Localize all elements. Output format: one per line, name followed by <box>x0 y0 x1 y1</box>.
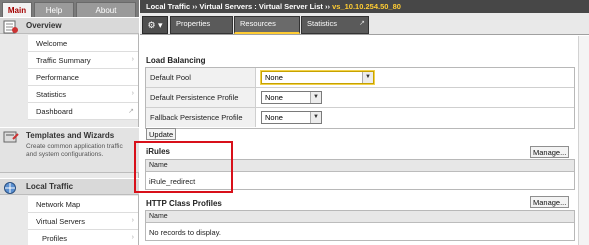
tab-properties[interactable]: Properties <box>170 16 233 34</box>
chevron-right-icon: › <box>131 234 134 241</box>
sidebar-item-label: Traffic Summary <box>36 56 91 65</box>
tab-bar: ⚙ ▾ Properties Resources Statistics ↗ <box>140 13 589 35</box>
nav-section-local-traffic[interactable]: Local Traffic <box>0 178 139 195</box>
chevron-right-icon: › <box>131 56 134 63</box>
sidebar-item-label: Virtual Servers <box>36 217 86 226</box>
chevron-down-icon: ▼ <box>310 92 321 103</box>
table-row: Fallback Persistence Profile None ▼ <box>146 108 574 128</box>
sidebar-item-performance[interactable]: Performance <box>28 69 138 86</box>
overview-icon <box>3 20 19 34</box>
table-row: Default Pool None ▼ <box>146 68 574 88</box>
tab-statistics[interactable]: Statistics ↗ <box>301 16 369 34</box>
sidebar-item-label: Network Map <box>36 200 81 209</box>
fallback-persistence-select[interactable]: None ▼ <box>261 111 322 124</box>
chevron-down-icon: ▼ <box>310 112 321 123</box>
tab-about[interactable]: About <box>76 2 136 17</box>
nav-section-overview[interactable]: Overview <box>0 17 139 34</box>
nav-section-description: Create common application traffic and sy… <box>26 143 123 158</box>
tab-statistics-label: Statistics <box>307 19 338 28</box>
table-header: Name <box>146 211 574 223</box>
popout-icon: ↗ <box>359 20 365 27</box>
breadcrumb-local-traffic[interactable]: Local Traffic <box>146 2 190 11</box>
update-button[interactable]: Update <box>146 128 177 140</box>
external-link-icon: ↗ <box>128 108 134 115</box>
sidebar-item-label: Dashboard <box>36 107 73 116</box>
sidebar-item-welcome[interactable]: Welcome <box>28 35 138 52</box>
sidebar-item-label: Welcome <box>36 39 68 48</box>
sidebar-item-network-map[interactable]: Network Map <box>28 196 138 213</box>
default-persistence-label: Default Persistence Profile <box>150 93 239 102</box>
sidebar-item-label: Profiles <box>42 234 68 243</box>
nav-section-title: Overview <box>26 21 62 30</box>
nav-section-title: Templates and Wizards <box>26 131 115 140</box>
nav-section-title: Local Traffic <box>26 182 74 191</box>
highlight-box <box>134 141 233 193</box>
sidebar-item-profiles[interactable]: Profiles › <box>28 230 138 245</box>
nav-section-templates[interactable]: Templates and Wizards Create common appl… <box>0 127 139 173</box>
chevron-down-icon: ▼ <box>362 72 373 83</box>
tab-main[interactable]: Main <box>2 2 32 17</box>
empty-row: No records to display. <box>146 224 574 240</box>
breadcrumb-separator: ›› <box>192 2 198 11</box>
gear-menu-button[interactable]: ⚙ ▾ <box>142 16 168 34</box>
load-balancing-title: Load Balancing <box>146 56 206 65</box>
templates-icon <box>3 130 19 144</box>
sidebar-item-traffic-summary[interactable]: Traffic Summary › <box>28 52 138 69</box>
sidebar: Main Help About Overview Welcome Traffic… <box>0 0 139 245</box>
breadcrumb: Local Traffic ›› Virtual Servers : Virtu… <box>140 0 589 13</box>
irules-manage-button[interactable]: Manage... <box>530 146 570 158</box>
vertical-scrollbar[interactable] <box>578 36 589 245</box>
default-persistence-select[interactable]: None ▼ <box>261 91 322 104</box>
sidebar-item-label: Statistics <box>36 90 67 99</box>
tab-help[interactable]: Help <box>34 2 74 17</box>
http-class-table: Name No records to display. <box>145 210 575 241</box>
sidebar-item-label: Performance <box>36 73 79 82</box>
breadcrumb-virtual-server-list[interactable]: Virtual Servers : Virtual Server List <box>199 2 323 11</box>
sidebar-item-virtual-servers[interactable]: Virtual Servers › <box>28 213 138 230</box>
http-class-name-column[interactable]: Name <box>149 213 168 220</box>
http-class-title: HTTP Class Profiles <box>146 199 222 208</box>
empty-message: No records to display. <box>149 228 221 237</box>
load-balancing-table: Default Pool None ▼ Default Persistence … <box>145 67 575 129</box>
default-pool-select[interactable]: None ▼ <box>261 71 374 84</box>
sidebar-item-dashboard[interactable]: Dashboard ↗ <box>28 103 138 120</box>
chevron-right-icon: › <box>131 90 134 97</box>
breadcrumb-separator: ›› <box>325 2 331 11</box>
http-class-manage-button[interactable]: Manage... <box>530 196 570 208</box>
fallback-persistence-label: Fallback Persistence Profile <box>150 113 243 122</box>
table-row: Default Persistence Profile None ▼ <box>146 88 574 108</box>
tab-resources[interactable]: Resources <box>234 16 300 34</box>
local-traffic-icon <box>3 181 19 195</box>
default-pool-label: Default Pool <box>150 73 191 82</box>
sidebar-tab-bar: Main Help About <box>0 0 139 17</box>
breadcrumb-current-server: vs_10.10.254.50_80 <box>332 2 401 11</box>
sidebar-item-statistics[interactable]: Statistics › <box>28 86 138 103</box>
chevron-right-icon: › <box>131 217 134 224</box>
